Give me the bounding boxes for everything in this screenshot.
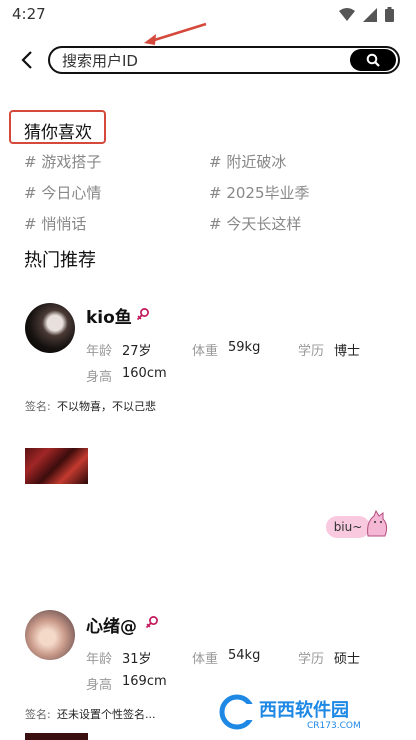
search-icon bbox=[366, 53, 380, 67]
wifi-icon bbox=[339, 7, 355, 21]
value-age: 31岁 bbox=[122, 652, 152, 667]
label-edu: 学历 bbox=[298, 652, 325, 667]
label-edu: 学历 bbox=[298, 344, 325, 359]
avatar[interactable] bbox=[25, 610, 75, 660]
tag-game-partner[interactable]: # 游戏搭子 bbox=[24, 151, 101, 172]
value-weight: 54kg bbox=[228, 648, 261, 663]
value-edu: 硕士 bbox=[334, 652, 361, 667]
tag-nearby[interactable]: # 附近破冰 bbox=[209, 151, 286, 172]
tag-look-today[interactable]: # 今天长这样 bbox=[209, 213, 301, 234]
annotation-arrow-icon bbox=[144, 22, 207, 45]
post-photo[interactable] bbox=[25, 448, 88, 484]
label-weight: 体重 bbox=[192, 652, 219, 667]
back-button[interactable] bbox=[16, 48, 40, 72]
guess-title: 猜你喜欢 bbox=[24, 123, 92, 143]
tag-today-mood[interactable]: # 今日心情 bbox=[24, 182, 101, 203]
search-input[interactable] bbox=[62, 51, 332, 71]
female-icon bbox=[145, 616, 158, 629]
label-age: 年龄 bbox=[86, 344, 113, 359]
label-height: 身高 bbox=[86, 370, 113, 385]
value-age: 27岁 bbox=[122, 344, 152, 359]
label-age: 年龄 bbox=[86, 652, 113, 667]
user-name[interactable]: 心绪@ bbox=[86, 612, 137, 637]
label-signature: 签名: bbox=[25, 708, 51, 721]
tag-graduation[interactable]: # 2025毕业季 bbox=[209, 182, 310, 203]
battery-icon bbox=[385, 7, 394, 22]
cat-sticker-icon[interactable] bbox=[364, 510, 390, 538]
search-button[interactable] bbox=[350, 49, 396, 71]
value-height: 169cm bbox=[122, 674, 167, 689]
avatar[interactable] bbox=[25, 303, 75, 353]
value-weight: 59kg bbox=[228, 340, 261, 355]
watermark-text: 西西软件园 bbox=[259, 699, 349, 721]
section-title-recommend: 热门推荐 bbox=[24, 250, 96, 271]
label-weight: 体重 bbox=[192, 344, 219, 359]
watermark-logo: 西西软件园 CR173.COM bbox=[217, 692, 399, 732]
post-photo[interactable] bbox=[25, 733, 88, 740]
value-signature: 不以物喜，不以己悲 bbox=[57, 400, 156, 413]
search-bar bbox=[48, 46, 400, 74]
label-signature: 签名: bbox=[25, 400, 51, 413]
tag-whisper[interactable]: # 悄悄话 bbox=[24, 213, 86, 234]
watermark-sub: CR173.COM bbox=[307, 721, 361, 731]
label-height: 身高 bbox=[86, 678, 113, 693]
female-icon bbox=[136, 308, 149, 321]
status-time: 4:27 bbox=[12, 5, 46, 23]
value-signature: 还未设置个性签名... bbox=[57, 708, 156, 721]
signal-icon bbox=[363, 7, 377, 22]
value-height: 160cm bbox=[122, 366, 167, 381]
user-name[interactable]: kio鱼 bbox=[86, 303, 132, 328]
value-edu: 博士 bbox=[334, 344, 361, 359]
